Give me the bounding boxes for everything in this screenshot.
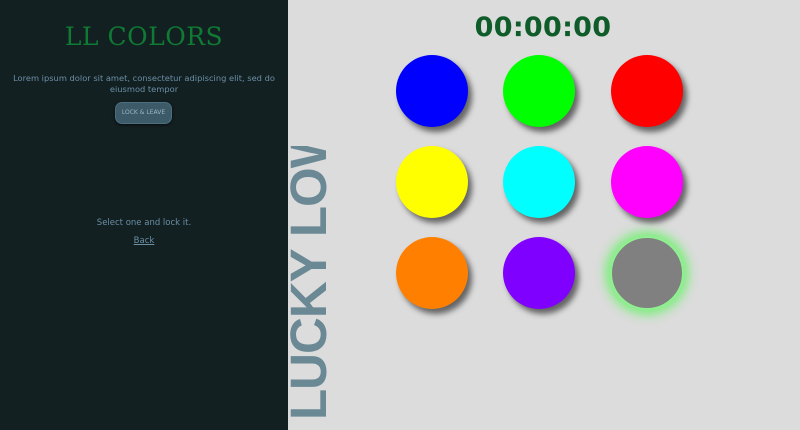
color-circle-purple[interactable] [503,237,575,309]
color-circle-red[interactable] [611,55,683,127]
vertical-title-container: LUCKY LOWS [279,146,339,420]
timer: 00:00:00 [474,12,612,43]
color-circle-gray[interactable] [610,236,684,310]
color-circle-magenta[interactable] [611,146,683,218]
brand-title: LL COLORS [64,22,224,51]
instruction-text: Select one and lock it. [96,218,192,228]
color-circle-green[interactable] [503,55,575,127]
color-circle-cyan[interactable] [503,146,575,218]
sidebar: LL COLORS Lorem ipsum dolor sit amet, co… [0,0,288,430]
back-link[interactable]: Back [0,236,288,246]
color-circle-orange[interactable] [396,237,468,309]
lock-and-leave-button[interactable]: LOCK & LEAVE [115,102,172,124]
description-text: Lorem ipsum dolor sit amet, consectetur … [13,73,275,94]
vertical-title: LUCKY LOWS [280,146,337,420]
color-circle-blue[interactable] [396,55,468,127]
color-circle-yellow[interactable] [396,146,468,218]
